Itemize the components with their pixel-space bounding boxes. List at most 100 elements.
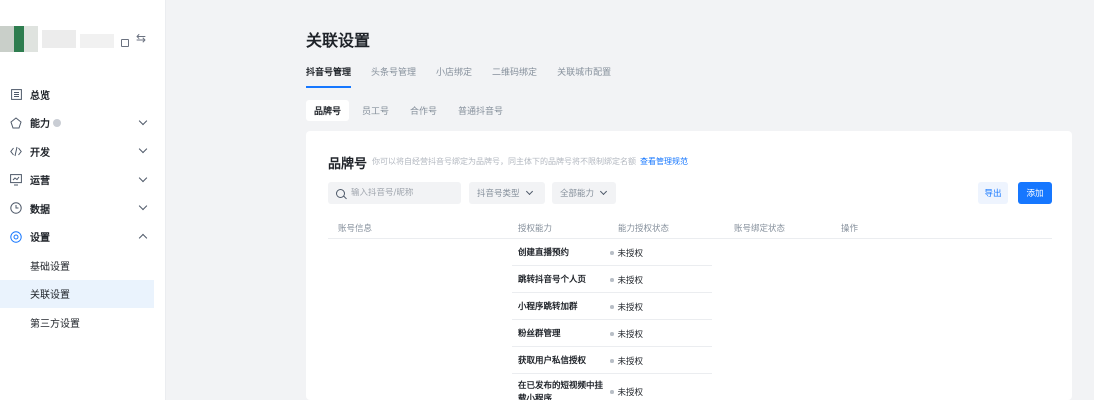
table-row: 小程序跳转加群 未授权 — [512, 294, 712, 320]
sidebar-item-label: 设置 — [30, 233, 50, 245]
logo-part — [42, 30, 76, 48]
logo-part — [0, 26, 14, 52]
sidebar-item-label: 开发 — [30, 147, 50, 159]
status-dot — [610, 332, 614, 336]
auth-status: 未授权 — [610, 386, 643, 398]
table-row: 获取用户私信授权 未授权 — [512, 348, 712, 374]
switch-app-icon[interactable]: ⇆ — [136, 31, 146, 45]
card-title: 品牌号 — [328, 157, 368, 172]
account-type-select-label: 抖音号类型 — [477, 189, 520, 199]
capability-name: 获取用户私信授权 — [518, 356, 587, 366]
info-icon[interactable] — [53, 118, 61, 127]
column-header: 账号绑定状态 — [734, 224, 786, 234]
capability-name: 在已发布的短视频中挂载小程序 — [518, 381, 604, 400]
column-header: 账号信息 — [338, 224, 373, 234]
sidebar-item-label: 运营 — [30, 176, 50, 188]
operation-icon — [10, 173, 22, 186]
add-button[interactable]: 添加 — [1018, 182, 1052, 204]
status-dot — [610, 359, 614, 363]
sidebar: ⇆ 总览 能力 开发 运营 数据 设置 基础设置 关联设置 第三方设置 — [0, 0, 166, 400]
sidebar-item-label: 能力 — [30, 119, 50, 131]
capability-name: 粉丝群管理 — [518, 329, 561, 339]
subtab-partner[interactable]: 合作号 — [402, 100, 445, 121]
search-input[interactable] — [351, 188, 451, 198]
page-title: 关联设置 — [306, 31, 371, 50]
sidebar-subitem-basic-settings[interactable]: 基础设置 — [0, 251, 166, 280]
card-description-text: 你可以将自经营抖音号绑定为品牌号，同主体下的品牌号将不限制绑定名额 — [372, 157, 636, 166]
auth-status-text: 未授权 — [617, 276, 644, 286]
auth-status-text: 未授权 — [617, 249, 644, 259]
auth-status: 未授权 — [610, 247, 643, 259]
capability-select-label: 全部能力 — [560, 189, 595, 199]
sidebar-item-capability[interactable]: 能力 — [0, 109, 166, 138]
capability-name: 跳转抖音号个人页 — [518, 275, 587, 285]
logo-part — [80, 34, 114, 48]
app-logo: ⇆ — [0, 26, 166, 54]
auth-status: 未授权 — [610, 328, 643, 340]
table-header: 账号信息 授权能力 能力授权状态 账号绑定状态 操作 — [328, 217, 1052, 239]
auth-status-text: 未授权 — [617, 330, 644, 340]
capability-name: 小程序跳转加群 — [518, 302, 578, 312]
capability-select[interactable]: 全部能力 — [552, 182, 616, 204]
manage-rules-link[interactable]: 查看管理规范 — [640, 157, 688, 166]
sidebar-item-label: 总览 — [30, 90, 50, 102]
subtab-employee[interactable]: 员工号 — [354, 100, 397, 121]
table-row: 粉丝群管理 未授权 — [512, 321, 712, 347]
export-button[interactable]: 导出 — [978, 182, 1008, 204]
dashboard-icon — [10, 88, 22, 100]
search-icon — [336, 188, 345, 198]
app-window-icon[interactable] — [121, 39, 129, 47]
status-dot — [610, 251, 614, 255]
tab-shop-bind[interactable]: 小店绑定 — [436, 66, 472, 88]
column-header: 能力授权状态 — [618, 224, 670, 234]
auth-status: 未授权 — [610, 274, 643, 286]
card-description: 你可以将自经营抖音号绑定为品牌号，同主体下的品牌号将不限制绑定名额 查看管理规范 — [372, 156, 688, 167]
settings-icon — [10, 231, 22, 243]
chevron-down-icon — [138, 173, 148, 182]
column-header: 操作 — [841, 224, 859, 234]
table-row: 跳转抖音号个人页 未授权 — [512, 267, 712, 293]
capability-icon — [10, 117, 22, 129]
chevron-down-icon — [138, 144, 148, 154]
sidebar-item-operation[interactable]: 运营 — [0, 166, 166, 195]
logo-part — [24, 26, 38, 52]
tab-city-config[interactable]: 关联城市配置 — [557, 66, 611, 88]
main-tabs: 抖音号管理 头条号管理 小店绑定 二维码绑定 关联城市配置 — [306, 66, 631, 88]
tab-qrcode-bind[interactable]: 二维码绑定 — [492, 66, 537, 88]
chevron-up-icon — [138, 233, 148, 242]
chevron-down-icon — [138, 201, 148, 211]
sidebar-item-data[interactable]: 数据 — [0, 194, 166, 223]
account-type-select[interactable]: 抖音号类型 — [469, 182, 545, 204]
capability-name: 创建直播预约 — [518, 248, 570, 258]
data-clock-icon — [10, 202, 22, 214]
auth-status: 未授权 — [610, 355, 643, 367]
tab-douyin-manage[interactable]: 抖音号管理 — [306, 66, 352, 88]
chevron-down-icon — [138, 116, 148, 125]
chevron-down-icon — [525, 187, 533, 196]
tab-toutiao-manage[interactable]: 头条号管理 — [371, 66, 416, 88]
column-header: 授权能力 — [518, 224, 553, 234]
chevron-down-icon — [599, 187, 608, 196]
sidebar-item-develop[interactable]: 开发 — [0, 137, 166, 166]
sidebar-item-label: 数据 — [30, 204, 50, 216]
sidebar-item-settings[interactable]: 设置 — [0, 223, 166, 252]
table-row: 在已发布的短视频中挂载小程序 未授权 — [512, 375, 712, 400]
subtab-brand[interactable]: 品牌号 — [306, 100, 350, 121]
auth-status-text: 未授权 — [617, 388, 644, 398]
subtab-normal-douyin[interactable]: 普通抖音号 — [450, 100, 511, 121]
logo-part — [14, 26, 24, 52]
search-box[interactable] — [328, 182, 461, 204]
table-row: 创建直播预约 未授权 — [512, 240, 712, 266]
status-dot — [610, 305, 614, 309]
sidebar-subitem-third-party-settings[interactable]: 第三方设置 — [0, 308, 166, 337]
status-dot — [610, 278, 614, 282]
sidebar-subitem-link-settings[interactable]: 关联设置 — [0, 279, 154, 308]
account-type-tabs: 品牌号 员工号 合作号 普通抖音号 — [306, 100, 516, 121]
code-icon — [10, 145, 22, 157]
sidebar-nav: 总览 能力 开发 运营 数据 设置 基础设置 关联设置 第三方设置 — [0, 80, 166, 337]
brand-account-card: 品牌号 你可以将自经营抖音号绑定为品牌号，同主体下的品牌号将不限制绑定名额 查看管… — [306, 131, 1072, 400]
auth-status-text: 未授权 — [617, 303, 644, 313]
auth-status-text: 未授权 — [617, 357, 644, 367]
status-dot — [610, 390, 614, 394]
sidebar-item-overview[interactable]: 总览 — [0, 80, 166, 109]
